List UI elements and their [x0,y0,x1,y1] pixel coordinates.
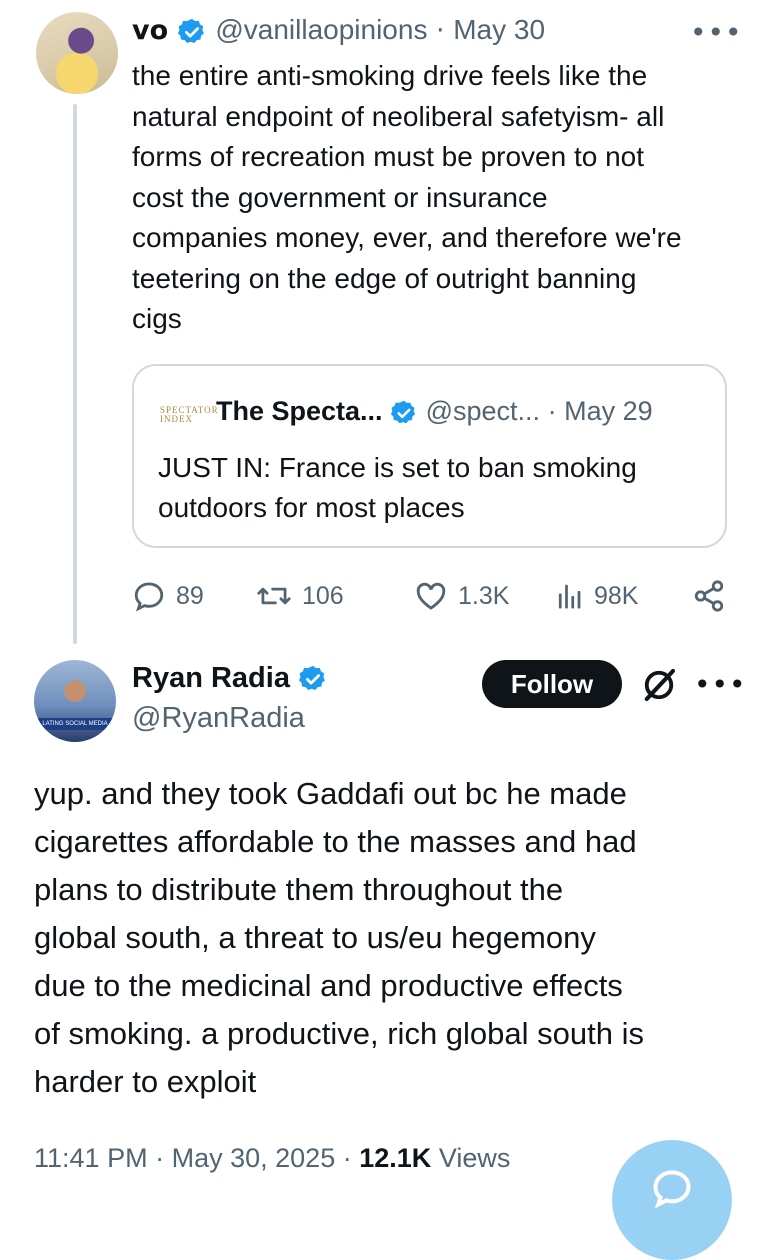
share-button[interactable] [692,574,726,618]
separator-dot: · [436,15,445,46]
more-icon[interactable]: ••• [694,668,747,701]
separator-dot: · [342,1143,352,1173]
tweet1-author-name[interactable]: vo [132,15,168,46]
tweet2-views-label: Views [438,1143,511,1173]
tweet1-handle[interactable]: @vanillaopinions [215,14,427,45]
tweet2-handle[interactable]: @RyanRadia [132,702,305,735]
quote-header: The Specta... @spect... · May 29 [216,396,653,427]
repost-count: 106 [302,581,344,610]
tweet1-text: the entire anti-smoking drive feels like… [132,60,682,334]
tweet2-author-name[interactable]: Ryan Radia [132,662,290,694]
tweet2-author-row: Ryan Radia [132,662,328,695]
views-icon [558,584,581,609]
compose-reply-fab[interactable] [612,1140,732,1260]
thread-connector-line [73,104,77,644]
like-button[interactable]: 1.3K [414,574,509,618]
tweet2-views-count: 12.1K [359,1143,432,1173]
reply-button[interactable]: 89 [132,574,204,618]
share-icon [694,580,724,612]
quote-handle: @spect... [425,396,541,426]
spectator-index-logo: SPECTATOR INDEX [160,405,219,424]
compose-icon [653,1170,691,1209]
tweet2-time[interactable]: 11:41 PM [34,1143,148,1173]
separator-dot: · [547,396,557,426]
grok-icon[interactable] [638,664,680,706]
follow-button[interactable]: Follow [482,660,622,708]
quote-date: May 29 [564,396,653,426]
verified-badge-icon [299,666,325,691]
more-icon[interactable]: ••• [690,16,743,49]
verified-badge-icon [177,18,204,43]
avatar-banner-text: LATING SOCIAL MEDIA [34,718,116,730]
quote-tweet-card[interactable]: SPECTATOR INDEX The Specta... @spect... … [132,364,727,548]
tweet1-action-bar: 89 106 1.3K 98K [132,574,732,618]
verified-badge-icon [391,400,416,424]
quote-text: JUST IN: France is set to ban smoking ou… [158,452,637,523]
repost-button[interactable]: 106 [256,574,344,618]
like-icon [416,582,446,610]
tweet2-meta: 11:41 PM · May 30, 2025 · 12.1K Views [34,1143,510,1174]
repost-icon [257,587,291,605]
reply-count: 89 [176,581,204,610]
quote-author-name: The Specta... [216,396,383,426]
avatar-vo[interactable] [36,12,118,94]
tweet2-text: yup. and they took Gaddafi out bc he mad… [34,776,644,1099]
tweet1-header: vo @vanillaopinions · May 30 [132,14,545,47]
separator-dot: · [155,1143,165,1173]
tweet1-date[interactable]: May 30 [453,14,545,45]
reply-icon [134,582,164,612]
views-count: 98K [594,581,639,610]
avatar-ryan-radia[interactable]: LATING SOCIAL MEDIA [34,660,116,742]
views-button[interactable]: 98K [554,574,638,618]
tweet2-date[interactable]: May 30, 2025 [172,1143,336,1173]
like-count: 1.3K [458,581,510,610]
